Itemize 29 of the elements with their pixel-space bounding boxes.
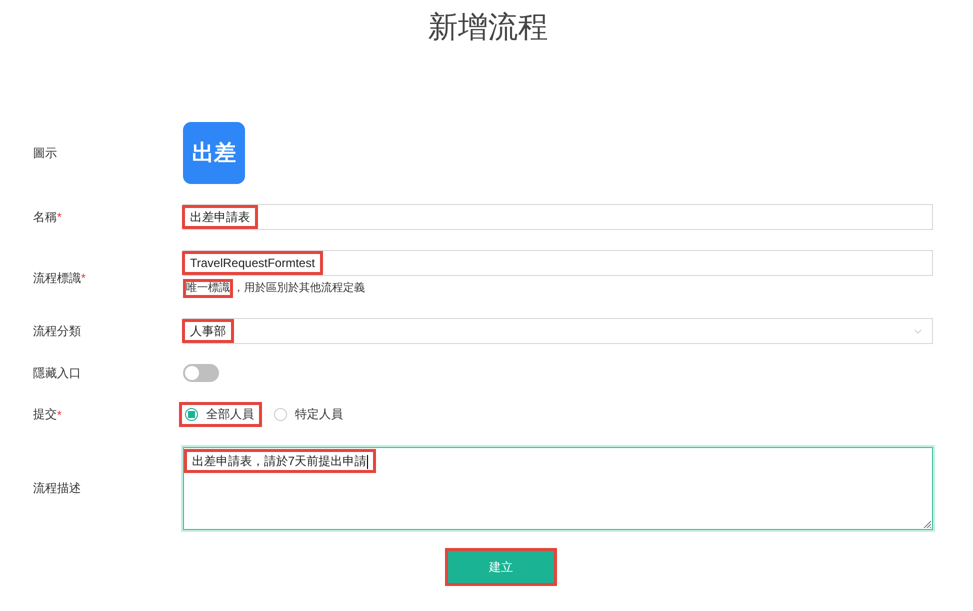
annotation-highlight: 人事部 (182, 319, 234, 343)
textarea-field[interactable]: 出差申請表，請於7天前提出申請 (183, 447, 933, 530)
page-title: 新增流程 (427, 10, 549, 46)
select-field[interactable]: 人事部 (183, 318, 933, 344)
required-mark: * (81, 271, 86, 285)
field-label: 流程分類 (33, 322, 81, 340)
toggle-switch[interactable] (183, 364, 219, 382)
field-label: 圖示 (33, 144, 57, 162)
radio-label[interactable]: 全部人員 (206, 406, 254, 423)
field-label: 提交 (33, 406, 57, 423)
app-icon[interactable]: 出差 (183, 122, 245, 184)
radio-button[interactable] (274, 408, 287, 421)
required-mark: * (57, 408, 62, 422)
field-label: 流程標識 (33, 270, 81, 286)
field-label: 名稱 (33, 208, 57, 226)
radio-label[interactable]: 特定人員 (295, 406, 343, 423)
radio-button[interactable] (185, 408, 198, 421)
annotation-highlight: 出差申請表 (182, 205, 258, 229)
field-label: 流程描述 (33, 480, 81, 497)
hint-text: ，用於區別於其他流程定義 (233, 281, 365, 296)
text-field[interactable]: TravelRequestFormtest (183, 250, 933, 276)
resize-grip-icon[interactable] (923, 520, 931, 528)
text-field[interactable]: 出差申請表 (183, 204, 933, 230)
field-label: 隱藏入口 (33, 364, 81, 382)
chevron-down-icon (914, 328, 922, 334)
annotation-highlight: 出差申請表，請於7天前提出申請 (184, 449, 376, 473)
required-mark: * (57, 210, 62, 224)
annotation-highlight: 唯一標識 (183, 279, 233, 298)
annotation-highlight: TravelRequestFormtest (182, 251, 323, 275)
